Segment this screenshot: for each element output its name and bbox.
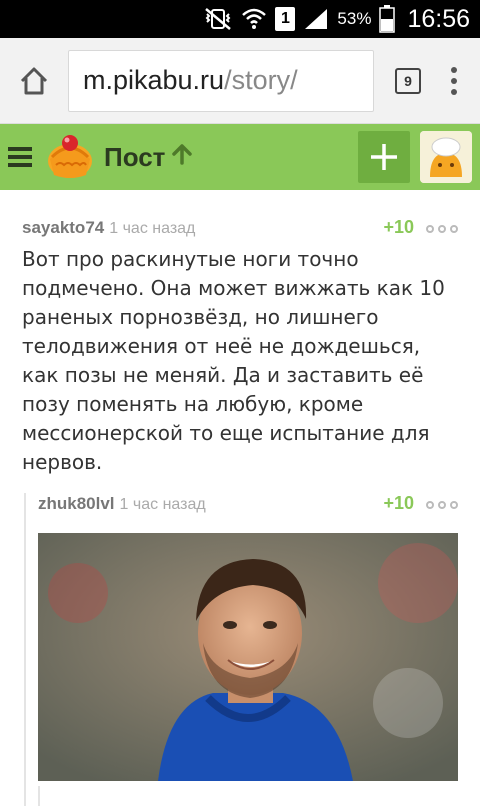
comment-text: Вот про раскинутые ноги точно подмечено.… [22,247,445,474]
comment-rating: +10 [383,217,414,237]
page-title: Пост [104,141,166,172]
comment-author[interactable]: sayakto74 [22,218,104,238]
thread-line [38,786,40,806]
signal-icon [303,7,329,31]
comment-time: 1 час назад [119,496,206,513]
tabs-count: 9 [395,67,421,94]
url-path: /story/ [224,65,298,95]
home-button[interactable] [14,61,54,101]
browser-toolbar: m.pikabu.ru/story/ 9 [0,38,480,124]
comment: sayakto74 1 час назад +10 Вот про раскин… [22,217,458,806]
tabs-button[interactable]: 9 [388,61,428,101]
status-bar: 1 53% 16:56 [0,0,480,38]
thread-line [24,493,26,806]
user-avatar[interactable] [420,131,472,183]
pikabu-logo[interactable] [44,131,96,183]
more-options-icon[interactable] [426,225,458,233]
comment-time: 1 час назад [109,220,196,237]
reply-comment: zhuk80lvl 1 час назад +10 [22,493,458,806]
battery-percent: 53% [337,9,372,28]
dot-icon [451,66,457,73]
url-bar[interactable]: m.pikabu.ru/story/ [68,49,374,112]
menu-icon[interactable] [8,142,38,172]
url-host: m.pikabu.ru [83,65,225,95]
comment-header: zhuk80lvl 1 час назад +10 [38,493,458,519]
comment-rating: +10 [383,493,414,513]
wifi-icon [241,7,267,31]
comments-list: sayakto74 1 час назад +10 Вот про раскин… [0,217,480,806]
comment-header: sayakto74 1 час назад +10 [22,217,458,243]
home-icon [20,67,48,94]
add-post-button[interactable] [358,131,410,183]
arrow-up-icon[interactable] [171,143,193,171]
plus-icon [371,144,397,170]
mute-vibrate-icon [203,7,233,31]
overflow-menu-button[interactable] [442,61,466,101]
dot-icon [451,88,457,95]
more-options-icon[interactable] [426,501,458,509]
dot-icon [451,77,457,84]
comment-image[interactable] [38,533,458,781]
comment-author[interactable]: zhuk80lvl [38,494,115,514]
battery-icon [379,5,396,33]
sim-icon: 1 [275,7,296,31]
app-header: Пост [0,124,480,190]
clock: 16:56 [407,4,470,33]
